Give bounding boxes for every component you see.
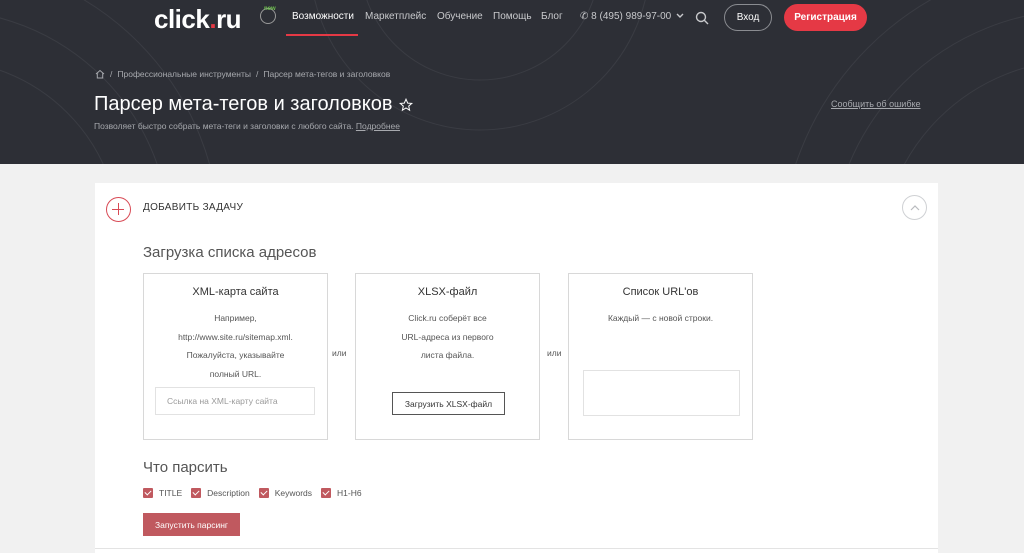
or-label: или (332, 348, 347, 358)
upload-section-title: Загрузка списка адресов (143, 244, 317, 261)
or-label: или (547, 348, 562, 358)
xml-sitemap-box: XML-карта сайта Например, http://www.sit… (143, 273, 328, 440)
xlsx-desc-line: Click.ru соберёт все (408, 313, 487, 323)
xlsx-desc-line: листа файла. (420, 350, 475, 360)
checkbox-checked-icon[interactable] (258, 488, 269, 498)
xml-desc-line: http://www.site.ru/sitemap.xml. (178, 331, 293, 342)
run-parsing-button[interactable]: Запустить парсинг (143, 513, 240, 536)
sitemap-url-input[interactable]: Ссылка на XML-карту сайта (155, 387, 315, 415)
nav-item-learning[interactable]: Обучение (437, 11, 483, 22)
login-button[interactable]: Вход (724, 4, 772, 31)
subtitle-text: Позволяет быстро собрать мета-теги и заг… (94, 121, 354, 131)
checkbox-checked-icon[interactable] (321, 488, 332, 498)
url-list-box-title: Список URL'ов (622, 286, 699, 298)
breadcrumb-item-pro-tools[interactable]: Профессиональные инструменты (117, 69, 251, 79)
phone-icon: ✆ (580, 11, 589, 22)
phone-dropdown[interactable]: ✆ 8 (495) 989-97-00 (580, 11, 684, 22)
xlsx-box-title: XLSX-файл (417, 286, 478, 298)
checkbox-description[interactable]: Description (191, 488, 250, 498)
breadcrumb-item-current: Парсер мета-тегов и заголовков (263, 69, 391, 79)
page-title: Парсер мета-тегов и заголовков (94, 93, 413, 116)
nav-item-blog[interactable]: Блог (541, 11, 563, 22)
xlsx-file-box: XLSX-файл Click.ru соберёт все URL-адрес… (355, 273, 540, 440)
star-icon[interactable] (398, 97, 413, 112)
report-error-link[interactable]: Сообщить об ошибке (831, 99, 921, 109)
collapse-button[interactable] (902, 195, 927, 220)
xml-box-description: Например, http://www.site.ru/sitemap.xml… (152, 309, 319, 383)
nav-item-features[interactable]: Возможности (292, 11, 354, 22)
checkbox-headings[interactable]: H1-H6 (321, 488, 362, 498)
add-task-label[interactable]: ДОБАВИТЬ ЗАДАЧУ (143, 202, 243, 213)
page-title-text: Парсер мета-тегов и заголовков (94, 93, 393, 115)
phone-number: 8 (495) 989-97-00 (591, 11, 672, 22)
nav-item-help[interactable]: Помощь (493, 11, 532, 22)
checkbox-label: Keywords (274, 488, 313, 498)
more-link[interactable]: Подробнее (356, 121, 400, 131)
search-icon[interactable] (695, 11, 709, 25)
checkbox-label: TITLE (159, 488, 183, 498)
url-list-description: Каждый — с новой строки. (577, 309, 744, 328)
checkbox-label: H1-H6 (337, 488, 362, 498)
xml-desc-line: полный URL. (209, 368, 262, 379)
xml-box-title: XML-карта сайта (192, 286, 279, 298)
add-task-icon[interactable] (106, 197, 131, 222)
checkbox-keywords[interactable]: Keywords (258, 488, 313, 498)
xlsx-box-description: Click.ru соберёт все URL-адреса из перво… (364, 309, 531, 365)
top-navigation: click.ru new Возможности Маркетплейс Обу… (0, 0, 1024, 36)
page-subtitle: Позволяет быстро собрать мета-теги и заг… (94, 121, 400, 131)
url-list-box: Список URL'ов Каждый — с новой строки. (568, 273, 753, 440)
parse-options: TITLE Description Keywords H1-H6 (143, 488, 371, 498)
checkbox-label: Description (207, 488, 250, 498)
checkbox-title[interactable]: TITLE (143, 488, 182, 498)
page-header: click.ru new Возможности Маркетплейс Обу… (0, 0, 1024, 164)
register-button[interactable]: Регистрация (784, 4, 867, 31)
url-list-desc-line: Каждый — с новой строки. (607, 313, 714, 323)
breadcrumb-separator: / (110, 69, 113, 79)
logo[interactable]: click.ru (154, 4, 242, 35)
parse-section-title: Что парсить (143, 459, 228, 476)
active-nav-indicator (286, 34, 358, 36)
xlsx-desc-line: URL-адреса из первого (401, 331, 494, 342)
xml-desc-line: Например, (214, 313, 257, 323)
checkbox-checked-icon[interactable] (191, 488, 202, 498)
url-list-textarea[interactable] (583, 370, 740, 416)
nav-item-marketplace[interactable]: Маркетплейс (365, 11, 426, 22)
breadcrumb-separator: / (255, 69, 259, 79)
chevron-down-icon (676, 13, 684, 18)
home-icon[interactable] (95, 69, 105, 79)
breadcrumb: / Профессиональные инструменты / Парсер … (95, 69, 390, 79)
xml-desc-line: Пожалуйста, указывайте (186, 350, 285, 360)
card-divider (95, 548, 938, 549)
upload-xlsx-button[interactable]: Загрузить XLSX-файл (392, 392, 505, 415)
chevron-up-icon (910, 204, 919, 210)
new-badge: new (264, 6, 276, 12)
checkbox-checked-icon[interactable] (143, 488, 153, 498)
